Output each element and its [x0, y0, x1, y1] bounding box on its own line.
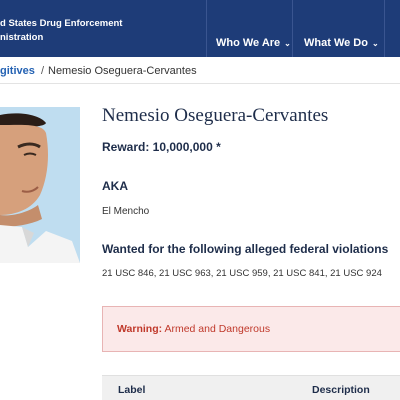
fugitive-photo	[0, 107, 80, 263]
chevron-down-icon: ⌄	[284, 39, 291, 48]
column-header-label: Label	[118, 384, 146, 396]
breadcrumb-fugitives-link[interactable]: gitives	[0, 65, 35, 77]
site-header: d States Drug Enforcement nistration Who…	[0, 0, 400, 57]
warning-alert: Warning: Armed and Dangerous	[102, 306, 400, 352]
nav-divider	[384, 0, 385, 57]
violations-list: 21 USC 846, 21 USC 963, 21 USC 959, 21 U…	[102, 268, 382, 279]
column-header-description: Description	[312, 384, 370, 396]
breadcrumb-separator: /	[41, 65, 45, 77]
nav-divider	[292, 0, 293, 57]
warning-text: Warning: Armed and Dangerous	[117, 323, 270, 335]
agency-name[interactable]: d States Drug Enforcement nistration	[0, 17, 122, 45]
nav-what-we-do[interactable]: What We Do ⌄	[304, 0, 379, 57]
nav-who-we-are-label: Who We Are	[216, 37, 281, 49]
fugitive-name: Nemesio Oseguera-Cervantes	[102, 105, 329, 126]
agency-name-line1: d States Drug Enforcement	[0, 18, 123, 29]
aka-value: El Mencho	[102, 206, 150, 217]
warning-message: Armed and Dangerous	[162, 323, 271, 335]
nav-who-we-are[interactable]: Who We Are ⌄	[216, 0, 291, 57]
nav-what-we-do-label: What We Do	[304, 37, 368, 49]
violations-heading: Wanted for the following alleged federal…	[102, 242, 389, 256]
aka-heading: AKA	[102, 179, 128, 193]
nav-divider	[206, 0, 207, 57]
breadcrumb: gitives / Nemesio Oseguera-Cervantes	[0, 57, 400, 84]
details-table-header: Label Description	[102, 375, 400, 400]
breadcrumb-current: Nemesio Oseguera-Cervantes	[48, 65, 197, 77]
reward-amount: Reward: 10,000,000 *	[102, 140, 221, 154]
chevron-down-icon: ⌄	[371, 39, 379, 48]
warning-label: Warning:	[117, 323, 163, 335]
agency-name-line2: nistration	[0, 32, 44, 43]
fugitive-photo-image	[0, 107, 80, 263]
